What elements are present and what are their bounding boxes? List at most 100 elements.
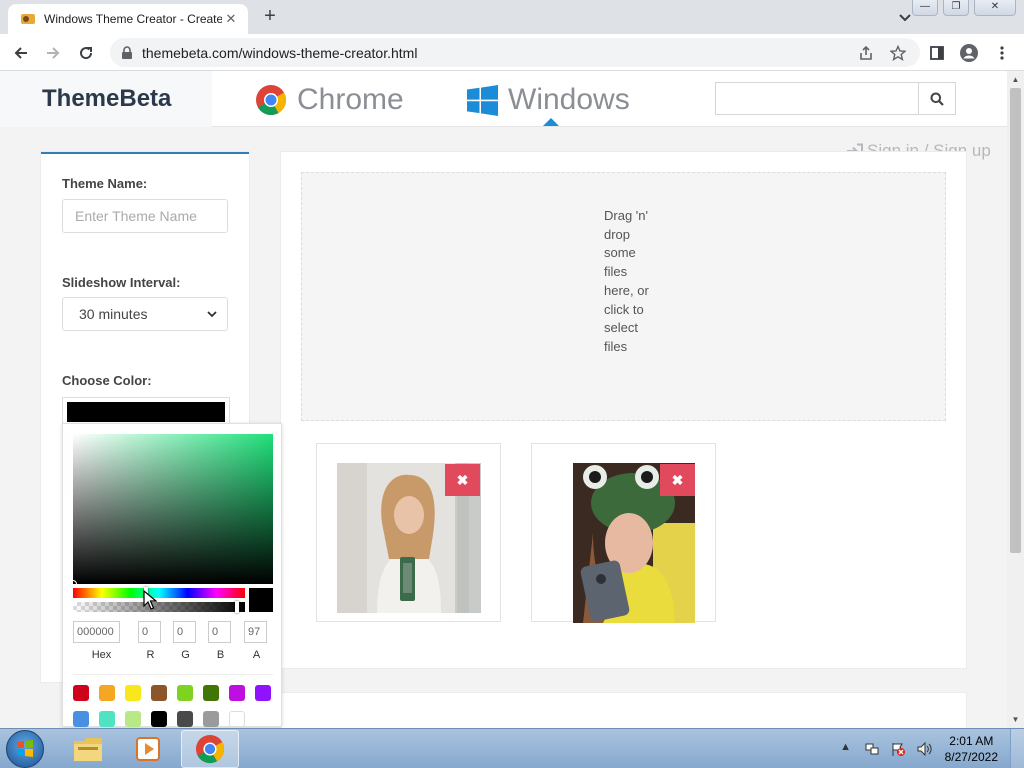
next-section-card — [281, 693, 966, 728]
window-close-button[interactable]: ✕ — [974, 0, 1016, 16]
back-arrow-icon — [14, 47, 27, 59]
tab-close-icon[interactable]: ✕ — [222, 10, 240, 28]
taskbar-clock[interactable]: 2:01 AM 8/27/2022 — [945, 733, 998, 765]
preset-color-swatch[interactable] — [99, 711, 115, 727]
preset-color-swatch[interactable] — [125, 685, 141, 701]
alpha-input[interactable]: 97 — [244, 621, 267, 643]
preset-color-swatch[interactable] — [99, 685, 115, 701]
browser-tab[interactable]: Windows Theme Creator - Create ✕ — [8, 4, 248, 34]
search-icon — [930, 92, 944, 106]
page-scrollbar[interactable]: ▲ ▼ — [1007, 71, 1024, 728]
tab-title: Windows Theme Creator - Create — [44, 12, 222, 26]
scroll-up-arrow-icon[interactable]: ▲ — [1007, 71, 1024, 88]
preset-color-swatch[interactable] — [203, 685, 219, 701]
browser-toolbar: themebeta.com/windows-theme-creator.html — [0, 34, 1024, 71]
windows-logo-icon — [17, 740, 33, 757]
clock-time: 2:01 AM — [949, 734, 994, 748]
slideshow-interval-select[interactable]: 30 minutes — [62, 297, 228, 331]
show-desktop-button[interactable] — [1010, 729, 1024, 768]
windows-icon — [467, 84, 498, 116]
profile-button[interactable] — [957, 41, 981, 65]
back-button[interactable] — [9, 41, 33, 65]
theme-name-input[interactable]: Enter Theme Name — [62, 199, 228, 233]
delete-image-button[interactable]: ✖ — [445, 464, 480, 496]
windows-taskbar: ▲ 2:01 AM 8/27/2022 — [0, 728, 1024, 768]
action-center-flag-icon[interactable] — [890, 741, 906, 757]
saturation-pointer[interactable] — [69, 580, 77, 588]
more-vert-icon — [1000, 46, 1004, 60]
preset-color-swatch[interactable] — [203, 711, 219, 727]
network-icon[interactable] — [864, 741, 880, 757]
lock-icon — [122, 45, 132, 59]
saturation-area[interactable] — [73, 434, 273, 584]
preset-color-swatch[interactable] — [151, 711, 167, 727]
alpha-slider-handle[interactable] — [235, 601, 239, 613]
site-logo[interactable]: ThemeBeta — [0, 71, 212, 127]
preset-color-swatch[interactable] — [125, 711, 141, 727]
nav-chrome[interactable]: Chrome — [255, 81, 404, 119]
volume-icon[interactable] — [916, 741, 932, 757]
image-thumbnail: ✖ — [531, 443, 716, 623]
nav-windows[interactable]: Windows — [467, 81, 630, 119]
file-dropzone[interactable]: Drag 'n' drop some files here, or click … — [301, 172, 946, 421]
scroll-down-arrow-icon[interactable]: ▼ — [1007, 711, 1024, 728]
preset-color-swatch[interactable] — [255, 685, 271, 701]
bookmark-button[interactable] — [886, 41, 910, 65]
show-hidden-icons-icon[interactable]: ▲ — [838, 741, 854, 757]
chevron-down-icon — [207, 311, 217, 318]
side-panel-button[interactable] — [925, 41, 949, 65]
hue-slider[interactable] — [73, 588, 245, 598]
preset-color-swatch[interactable] — [151, 685, 167, 701]
hex-label: Hex — [91, 649, 112, 661]
reload-button[interactable] — [74, 41, 98, 65]
page-viewport: ThemeBeta Chrome Windows Theme Name: Ent… — [0, 71, 1024, 728]
color-picker-popover: 000000 0 0 0 97 Hex R G B A — [62, 423, 282, 727]
hex-input[interactable]: 000000 — [73, 621, 120, 643]
taskbar-file-explorer[interactable] — [59, 730, 117, 768]
preset-color-swatch[interactable] — [73, 685, 89, 701]
avatar-icon — [960, 44, 978, 62]
themebeta-favicon-icon — [21, 14, 35, 24]
selected-color-fill — [67, 402, 225, 422]
nav-windows-label: Windows — [508, 83, 630, 116]
site-search-button[interactable] — [918, 82, 956, 115]
share-button[interactable] — [854, 41, 878, 65]
preset-color-swatch[interactable] — [177, 685, 193, 701]
alpha-label: A — [252, 649, 261, 661]
forward-button[interactable] — [41, 41, 65, 65]
clock-date: 8/27/2022 — [944, 750, 998, 764]
site-search-input[interactable] — [715, 82, 918, 115]
menu-button[interactable] — [990, 41, 1014, 65]
dropzone-text: Drag 'n' drop some files here, or click … — [604, 208, 649, 354]
scrollbar-thumb[interactable] — [1010, 88, 1021, 553]
address-bar[interactable]: themebeta.com/windows-theme-creator.html — [110, 38, 920, 67]
minimize-button[interactable]: — — [912, 0, 938, 16]
preset-color-swatch[interactable] — [229, 685, 245, 701]
green-input[interactable]: 0 — [173, 621, 196, 643]
nav-chrome-label: Chrome — [297, 83, 404, 116]
preset-color-swatch[interactable] — [177, 711, 193, 727]
alpha-slider[interactable] — [73, 602, 245, 612]
blue-label: B — [216, 649, 225, 661]
start-button[interactable] — [6, 730, 44, 768]
media-player-icon — [136, 737, 160, 761]
slideshow-interval-value: 30 minutes — [79, 306, 148, 322]
red-input[interactable]: 0 — [138, 621, 161, 643]
site-header: ThemeBeta Chrome Windows — [0, 71, 1007, 127]
side-panel-icon — [930, 46, 944, 60]
star-icon — [890, 45, 906, 61]
new-tab-button[interactable]: + — [259, 6, 281, 28]
delete-image-button[interactable]: ✖ — [660, 464, 695, 496]
chrome-icon — [195, 734, 225, 764]
color-preview — [249, 588, 273, 612]
browser-tabstrip: Windows Theme Creator - Create ✕ + — ❐ ✕ — [0, 0, 1024, 34]
forward-arrow-icon — [47, 47, 60, 59]
red-label: R — [146, 649, 155, 661]
taskbar-chrome[interactable] — [181, 730, 239, 768]
restore-button[interactable]: ❐ — [943, 0, 969, 16]
preset-color-swatch[interactable] — [73, 711, 89, 727]
blue-input[interactable]: 0 — [208, 621, 231, 643]
taskbar-media-player[interactable] — [119, 730, 177, 768]
url-text: themebeta.com/windows-theme-creator.html — [142, 44, 418, 61]
preset-color-swatch[interactable] — [229, 711, 245, 727]
